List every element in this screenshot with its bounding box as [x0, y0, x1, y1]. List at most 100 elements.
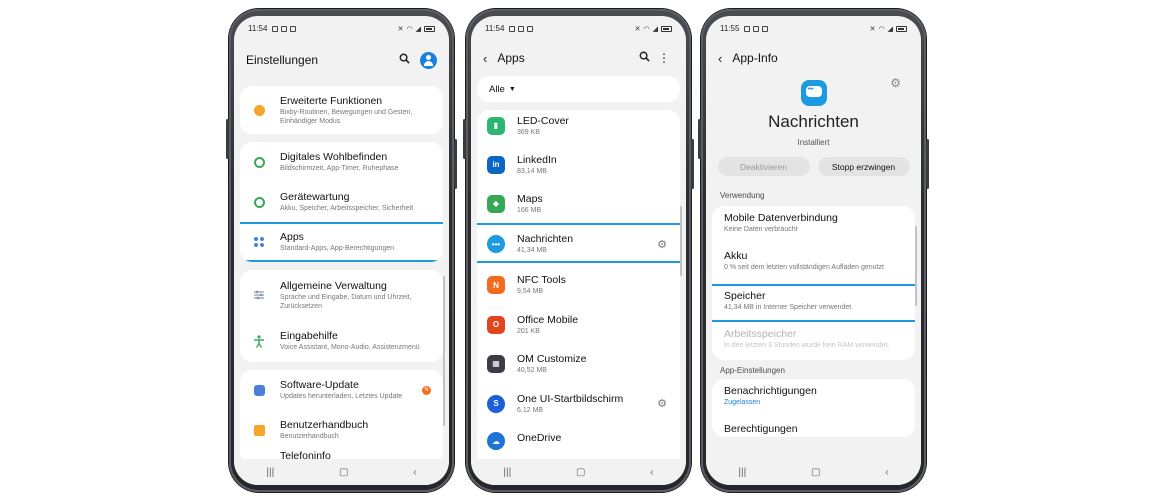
- settings-item-label: Eingabehilfe: [280, 330, 338, 342]
- app-list: ▮ LED-Cover 369 KB in LinkedIn 83,14 MB ◆ …: [477, 110, 680, 470]
- settings-item-label: Gerätewartung: [280, 191, 350, 203]
- one-ui-home-icon: S: [487, 394, 505, 413]
- settings-item-user-manual[interactable]: Benutzerhandbuch Benutzerhandbuch: [240, 410, 443, 450]
- search-icon[interactable]: [394, 53, 414, 67]
- notification-icon: [272, 25, 279, 32]
- page-title: Einstellungen: [246, 53, 319, 67]
- settings-item-advanced-features[interactable]: Erweiterte Funktionen Bixby-Routinen, Be…: [240, 86, 443, 134]
- notification-icon: [518, 25, 525, 32]
- usage-item-storage[interactable]: Speicher 41,34 MB in Interner Speicher v…: [712, 284, 915, 322]
- recents-icon[interactable]: |||: [738, 467, 746, 478]
- notification-icon: [753, 25, 760, 32]
- status-bar: 11:54 ✕ ◠ ◢: [471, 16, 686, 36]
- avatar-icon[interactable]: [420, 51, 437, 69]
- app-name: LinkedIn: [517, 153, 557, 166]
- settings-item-sub: Benutzerhandbuch: [280, 433, 339, 440]
- usage-item-label: Speicher: [724, 290, 766, 302]
- back-nav-icon[interactable]: ‹: [413, 467, 416, 478]
- scrollbar[interactable]: [443, 276, 445, 426]
- app-list-item[interactable]: ▮ LED-Cover 369 KB: [477, 110, 680, 145]
- home-icon[interactable]: ▢: [339, 467, 348, 478]
- app-name: Nachrichten: [517, 233, 574, 245]
- usage-item-mobile-data[interactable]: Mobile Datenverbindung Keine Daten verbr…: [712, 206, 915, 244]
- settings-item-device-care[interactable]: Gerätewartung Akku, Speicher, Arbeitsspe…: [240, 182, 443, 222]
- home-icon[interactable]: ▢: [576, 467, 585, 478]
- update-icon: [253, 384, 265, 396]
- usage-group: Mobile Datenverbindung Keine Daten verbr…: [712, 206, 915, 360]
- settings-item-digital-wellbeing[interactable]: Digitales Wohlbefinden Bildschirmzeit, A…: [240, 142, 443, 182]
- settings-item-software-update[interactable]: Software-Update Updates herunterladen, L…: [240, 370, 443, 410]
- recents-icon[interactable]: |||: [266, 467, 274, 478]
- home-icon[interactable]: ▢: [811, 467, 820, 478]
- more-options-icon[interactable]: ⋮: [654, 51, 674, 65]
- usage-item-battery[interactable]: Akku 0 % seit dem letzten vollständigen …: [712, 244, 915, 284]
- app-info-screen: 11:55 ✕ ◠ ◢ ‹ App-Info ⚙ Nachrichten Ins…: [706, 16, 921, 485]
- section-usage-heading: Verwendung: [720, 191, 765, 200]
- settings-item-sub: Bixby-Routinen, Bewegungen und Gesten, E…: [280, 108, 413, 125]
- page-title: App-Info: [732, 51, 778, 65]
- settings-screen: 11:54 ✕ ◠ ◢ Einstellungen Erweiterte Fun…: [234, 16, 449, 485]
- settings-item-notifications[interactable]: Benachrichtigungen Zugelassen: [712, 379, 915, 417]
- status-bar: 11:54 ✕ ◠ ◢: [234, 16, 449, 36]
- battery-icon: [661, 25, 672, 32]
- caret-down-icon: ▼: [508, 85, 516, 93]
- maps-icon: ◆: [487, 194, 505, 213]
- search-icon[interactable]: [634, 51, 654, 65]
- app-name: One UI-Startbildschirm: [517, 392, 624, 405]
- status-time: 11:54: [248, 24, 268, 33]
- app-name: NFC Tools: [517, 274, 566, 286]
- force-stop-button[interactable]: Stopp erzwingen: [817, 157, 910, 176]
- scrollbar[interactable]: [680, 206, 682, 276]
- notification-icon: [527, 25, 534, 32]
- om-customize-icon: ▦: [487, 354, 505, 373]
- app-list-item[interactable]: ◆ Maps 166 MB: [477, 184, 680, 223]
- filter-label: Alle: [489, 83, 505, 95]
- usage-item-label: Akku: [724, 250, 748, 262]
- app-list-item[interactable]: ▦ OM Customize 40,52 MB: [477, 344, 680, 383]
- usage-item-sub: Keine Daten verbraucht: [724, 226, 798, 233]
- app-list-item[interactable]: in LinkedIn 83,14 MB: [477, 145, 680, 184]
- recents-icon[interactable]: |||: [503, 467, 511, 478]
- back-arrow-icon[interactable]: ‹: [718, 51, 722, 66]
- settings-item-permissions[interactable]: Berechtigungen: [712, 417, 915, 437]
- new-badge: N: [422, 385, 431, 395]
- app-list-item[interactable]: S One UI-Startbildschirm 6,12 MB ⚙: [477, 383, 680, 424]
- nav-bar: ||| ▢ ‹: [471, 459, 686, 485]
- nfc-tools-icon: N: [487, 276, 505, 294]
- gear-icon[interactable]: ⚙: [890, 76, 901, 90]
- settings-group-advanced: Erweiterte Funktionen Bixby-Routinen, Be…: [240, 86, 443, 134]
- signal-icon: ◢: [887, 25, 893, 33]
- app-size: 9,54 MB: [517, 288, 544, 295]
- linkedin-icon: in: [487, 155, 505, 174]
- deactivate-button[interactable]: Deaktivieren: [717, 157, 810, 176]
- wifi-icon: ◠: [878, 25, 885, 33]
- app-name: Nachrichten: [768, 112, 859, 131]
- app-list-item-nachrichten[interactable]: ••• Nachrichten 41,34 MB ⚙: [477, 223, 680, 265]
- app-size: 83,14 MB: [517, 167, 547, 175]
- phone-settings: 11:54 ✕ ◠ ◢ Einstellungen Erweiterte Fun…: [226, 9, 457, 492]
- notification-icon: [744, 25, 751, 32]
- app-size: 166 MB: [517, 206, 542, 214]
- settings-item-apps[interactable]: Apps Standard-Apps, App-Berechtigungen: [240, 222, 443, 262]
- app-bar: ‹ Apps ⋮: [471, 40, 686, 76]
- app-filter-dropdown[interactable]: Alle ▼: [477, 76, 680, 102]
- status-bar: 11:55 ✕ ◠ ◢: [706, 16, 921, 36]
- mute-icon: ✕: [869, 25, 876, 33]
- office-icon: O: [487, 315, 505, 334]
- app-list-item[interactable]: O Office Mobile 201 KB: [477, 305, 680, 344]
- settings-item-general-management[interactable]: Allgemeine Verwaltung Sprache und Eingab…: [240, 270, 443, 320]
- app-size: 40,52 MB: [517, 366, 547, 374]
- app-list-item[interactable]: ☁ OneDrive: [477, 424, 680, 454]
- gear-icon[interactable]: ⚙: [652, 238, 672, 251]
- back-nav-icon[interactable]: ‹: [650, 467, 653, 478]
- messages-icon: •••: [487, 235, 505, 253]
- settings-item-accessibility[interactable]: Eingabehilfe Voice Assistant, Mono-Audio…: [240, 320, 443, 362]
- back-nav-icon[interactable]: ‹: [885, 467, 888, 478]
- notification-icon: [509, 25, 516, 32]
- scrollbar[interactable]: [915, 226, 917, 306]
- gear-icon[interactable]: ⚙: [652, 397, 672, 410]
- apps-screen: 11:54 ✕ ◠ ◢ ‹ Apps ⋮ Alle ▼ ▮ LED-Cover …: [471, 16, 686, 485]
- app-list-item[interactable]: N NFC Tools 9,54 MB: [477, 265, 680, 305]
- app-bar: ‹ App-Info: [706, 40, 921, 76]
- back-arrow-icon[interactable]: ‹: [483, 51, 487, 66]
